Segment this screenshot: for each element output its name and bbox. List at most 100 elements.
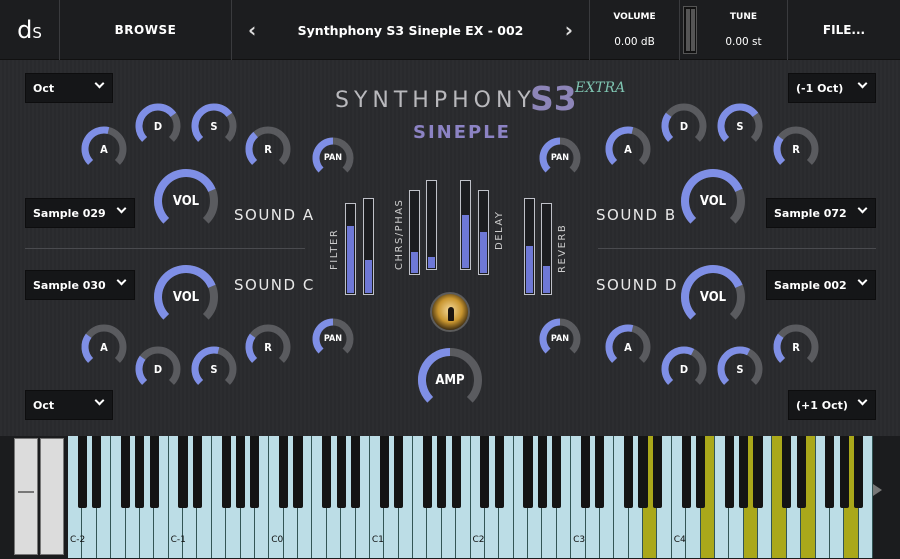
black-key[interactable] — [279, 436, 289, 508]
browse-button[interactable]: BROWSE — [60, 0, 232, 60]
black-key[interactable] — [681, 436, 691, 508]
black-key[interactable] — [135, 436, 145, 508]
black-key[interactable] — [437, 436, 447, 508]
black-key[interactable] — [250, 436, 260, 508]
black-key[interactable] — [796, 436, 806, 508]
black-key[interactable] — [293, 436, 303, 508]
attack-knob-a[interactable]: A — [80, 125, 128, 173]
release-knob-b[interactable]: R — [772, 125, 820, 173]
mod-wheel[interactable] — [40, 438, 64, 555]
chevron-right-icon[interactable] — [873, 484, 882, 496]
octave-select-b[interactable]: (-1 Oct) — [788, 73, 876, 103]
sustain-knob-a[interactable]: S — [190, 102, 238, 150]
reverb-bar-1[interactable] — [524, 198, 535, 295]
black-key[interactable] — [92, 436, 102, 508]
file-menu-button[interactable]: FILE... — [788, 0, 900, 60]
volume-knob-a[interactable]: VOL — [153, 168, 219, 234]
black-key[interactable] — [192, 436, 202, 508]
sample-select-c[interactable]: Sample 030 — [25, 270, 135, 300]
black-key[interactable] — [235, 436, 246, 508]
black-key[interactable] — [638, 436, 648, 508]
volume-knob-d[interactable]: VOL — [680, 264, 746, 330]
attack-knob-c[interactable]: A — [80, 323, 128, 371]
attack-label: A — [100, 340, 108, 354]
chorus-bar-2[interactable] — [426, 180, 437, 270]
black-key[interactable] — [652, 436, 662, 508]
pitch-wheel[interactable] — [14, 438, 38, 555]
black-key[interactable] — [221, 436, 231, 508]
pan-knob-a[interactable]: PAN — [311, 136, 355, 180]
black-key[interactable] — [494, 436, 504, 508]
volume-knob-c[interactable]: VOL — [153, 264, 219, 330]
black-key[interactable] — [782, 436, 792, 508]
octave-select-d[interactable]: (+1 Oct) — [788, 390, 876, 420]
sustain-label: S — [736, 362, 744, 376]
black-key[interactable] — [178, 436, 188, 508]
black-key[interactable] — [451, 436, 461, 508]
chevron-down-icon — [94, 395, 105, 406]
black-key[interactable] — [77, 436, 87, 508]
chorus-bar-1[interactable] — [409, 190, 420, 275]
preset-selector[interactable]: ‹ Synthphony S3 Sineple EX - 002 › — [232, 0, 590, 60]
sample-select-b[interactable]: Sample 072 — [766, 198, 876, 228]
pan-knob-c[interactable]: PAN — [311, 317, 355, 361]
black-key[interactable] — [624, 436, 634, 508]
black-key[interactable] — [480, 436, 490, 508]
black-key[interactable] — [350, 436, 361, 508]
black-key[interactable] — [552, 436, 562, 508]
black-key[interactable] — [724, 436, 734, 508]
black-key[interactable] — [149, 436, 159, 508]
black-key[interactable] — [695, 436, 706, 508]
sample-select-d[interactable]: Sample 002 — [766, 270, 876, 300]
black-key[interactable] — [739, 436, 749, 508]
black-key[interactable] — [825, 436, 835, 508]
filter-bar-2[interactable] — [363, 198, 374, 295]
octave-label: C0 — [271, 535, 284, 545]
release-knob-c[interactable]: R — [244, 323, 292, 371]
tune-control[interactable]: TUNE 0.00 st — [700, 0, 788, 60]
black-key[interactable] — [322, 436, 332, 508]
sustain-knob-d[interactable]: S — [716, 345, 764, 393]
black-key[interactable] — [379, 436, 389, 508]
attack-knob-d[interactable]: A — [604, 323, 652, 371]
black-key[interactable] — [120, 436, 131, 508]
decay-knob-d[interactable]: D — [660, 345, 708, 393]
black-key[interactable] — [394, 436, 404, 508]
volume-knob-b[interactable]: VOL — [680, 168, 746, 234]
release-knob-d[interactable]: R — [772, 323, 820, 371]
filter-bar-1[interactable] — [345, 203, 356, 295]
delay-bar-2[interactable] — [478, 190, 489, 275]
sustain-knob-c[interactable]: S — [190, 345, 238, 393]
chevron-right-icon[interactable]: › — [565, 18, 573, 42]
pan-knob-b[interactable]: PAN — [538, 136, 582, 180]
black-key[interactable] — [753, 436, 763, 508]
sample-value-b: Sample 072 — [774, 206, 847, 220]
chevron-left-icon[interactable]: ‹ — [248, 18, 256, 42]
decay-knob-b[interactable]: D — [660, 102, 708, 150]
sustain-knob-b[interactable]: S — [716, 102, 764, 150]
piano-keyboard[interactable]: C-2 C-1 C0 C1 C2 C3 C4 — [0, 436, 900, 559]
black-key[interactable] — [580, 436, 591, 508]
reverb-bar-2[interactable] — [541, 203, 552, 295]
octave-select-c[interactable]: Oct — [25, 390, 113, 420]
sample-select-a[interactable]: Sample 029 — [25, 198, 135, 228]
decay-knob-c[interactable]: D — [134, 345, 182, 393]
attack-knob-b[interactable]: A — [604, 125, 652, 173]
black-key[interactable] — [336, 436, 346, 508]
decay-knob-a[interactable]: D — [134, 102, 182, 150]
delay-bar-1[interactable] — [460, 180, 471, 270]
black-key[interactable] — [854, 436, 864, 508]
pan-knob-d[interactable]: PAN — [538, 317, 582, 361]
black-key[interactable] — [595, 436, 605, 508]
black-key[interactable] — [523, 436, 533, 508]
sound-d-label: SOUND D — [596, 276, 678, 294]
octave-select-a[interactable]: Oct — [25, 73, 113, 103]
amp-knob[interactable]: AMP — [417, 347, 483, 413]
black-key[interactable] — [422, 436, 432, 508]
volume-knob-label: VOL — [699, 289, 727, 305]
black-key[interactable] — [839, 436, 849, 508]
volume-control[interactable]: VOLUME 0.00 dB — [590, 0, 680, 60]
release-knob-a[interactable]: R — [244, 125, 292, 173]
decay-label: D — [153, 362, 163, 376]
black-key[interactable] — [537, 436, 547, 508]
